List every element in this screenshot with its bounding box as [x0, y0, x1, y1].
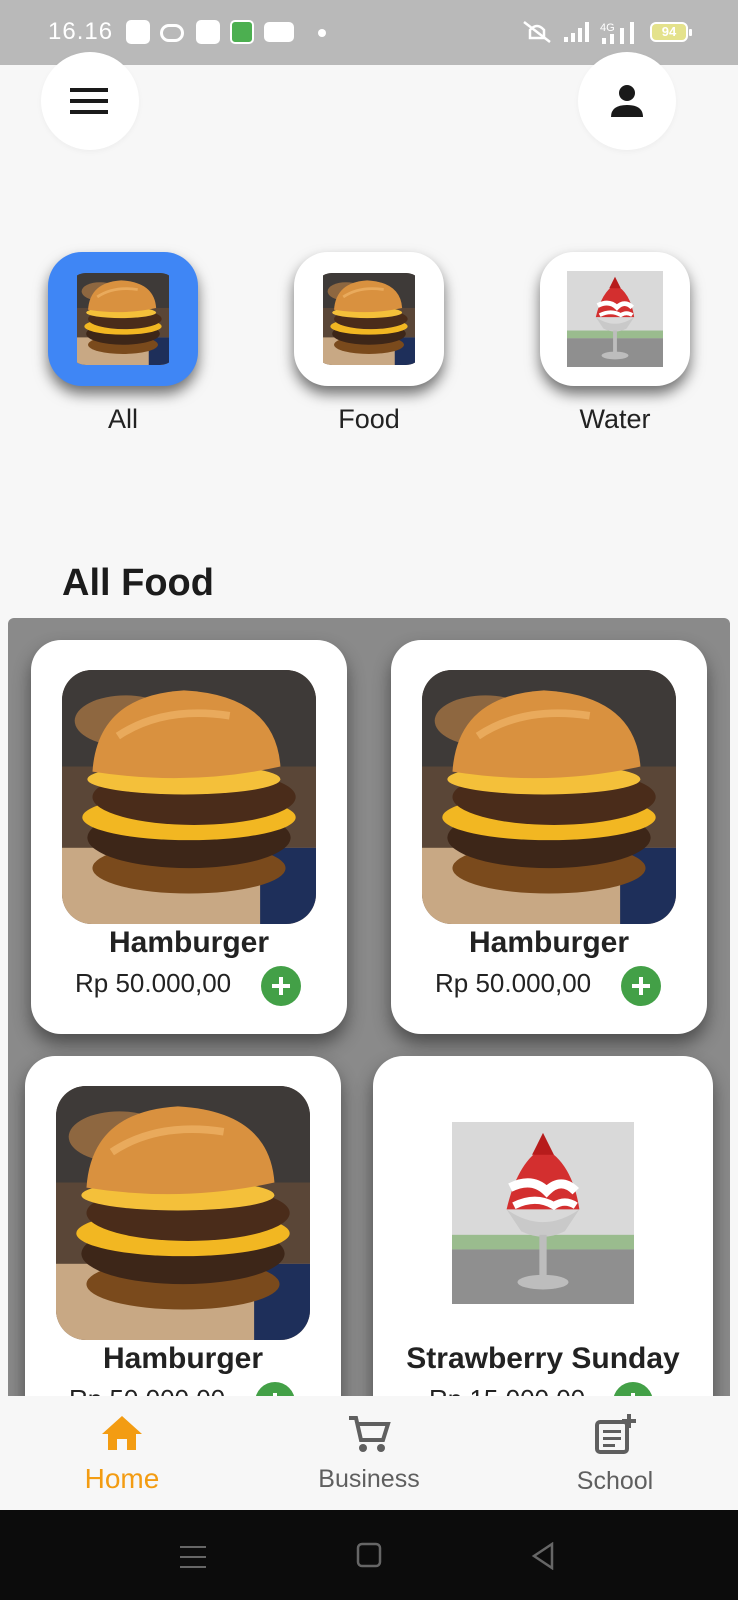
product-card[interactable]: Hamburger Rp 50.000,00 [25, 1056, 341, 1400]
category-food-image [321, 273, 417, 365]
nav-business-label: Business [318, 1465, 420, 1493]
product-name: Hamburger [108, 926, 270, 959]
plus-icon [272, 977, 290, 995]
add-to-cart-button[interactable] [261, 966, 301, 1006]
home-icon [102, 1416, 142, 1450]
bottom-nav: Home Business School [0, 1396, 738, 1510]
add-to-cart-button[interactable] [621, 966, 661, 1006]
category-food-tile[interactable] [294, 252, 444, 386]
profile-button[interactable] [578, 52, 676, 150]
network-type-text: 4G [600, 22, 615, 34]
nav-business[interactable]: Business [289, 1414, 449, 1494]
product-image [62, 670, 316, 924]
signal-icon [564, 22, 589, 42]
home-button-icon[interactable] [356, 1542, 382, 1568]
status-time: 16.16 [48, 18, 114, 45]
nav-school-label: School [576, 1467, 654, 1495]
product-card[interactable]: Hamburger Rp 50.000,00 [31, 640, 347, 1034]
person-icon [611, 85, 643, 117]
product-card[interactable]: Hamburger Rp 50.000,00 [391, 640, 707, 1034]
category-water-label: Water [579, 404, 651, 434]
nav-home-label: Home [84, 1463, 160, 1494]
category-food-label: Food [338, 404, 400, 434]
hamburger-menu-icon [70, 88, 108, 114]
note-add-icon [595, 1414, 636, 1454]
category-all-image [75, 273, 171, 365]
product-name: Hamburger [102, 1342, 264, 1375]
youtube-icon [264, 22, 294, 42]
gamepad-icon [160, 24, 184, 42]
category-water[interactable]: Water [540, 252, 690, 435]
shop-icon [196, 20, 220, 44]
notification-icon [126, 20, 150, 44]
signal-4g-icon: 4G [600, 22, 634, 44]
plus-icon [632, 977, 650, 995]
nav-school[interactable]: School [535, 1414, 695, 1496]
mute-icon [523, 21, 551, 43]
category-all-tile[interactable] [48, 252, 198, 386]
product-grid[interactable]: Hamburger Rp 50.000,00 Hamburger Rp 50.0… [8, 618, 730, 1400]
system-nav-bar [0, 1510, 738, 1600]
product-price: Rp 50.000,00 [75, 968, 232, 998]
product-image [452, 1086, 634, 1340]
more-dot-icon [318, 29, 326, 37]
category-food[interactable]: Food [294, 252, 444, 435]
product-card[interactable]: Strawberry Sunday Rp 15.000,00 [373, 1056, 713, 1400]
nav-home[interactable]: Home [42, 1414, 202, 1495]
section-title: All Food [62, 562, 214, 604]
product-name: Strawberry Sunday [406, 1342, 680, 1375]
message-icon [230, 20, 254, 44]
category-water-image [567, 252, 663, 386]
recents-icon[interactable] [180, 1544, 208, 1570]
product-name: Hamburger [468, 926, 630, 959]
cart-icon [349, 1416, 391, 1452]
back-icon[interactable] [530, 1542, 556, 1570]
menu-button[interactable] [41, 52, 139, 150]
product-price: Rp 50.000,00 [435, 968, 592, 998]
category-all-label: All [107, 404, 138, 434]
category-all[interactable]: All [48, 252, 198, 435]
product-image [422, 670, 676, 924]
category-water-tile[interactable] [540, 252, 690, 386]
product-image [56, 1086, 310, 1340]
battery-indicator: 94 [650, 22, 692, 42]
